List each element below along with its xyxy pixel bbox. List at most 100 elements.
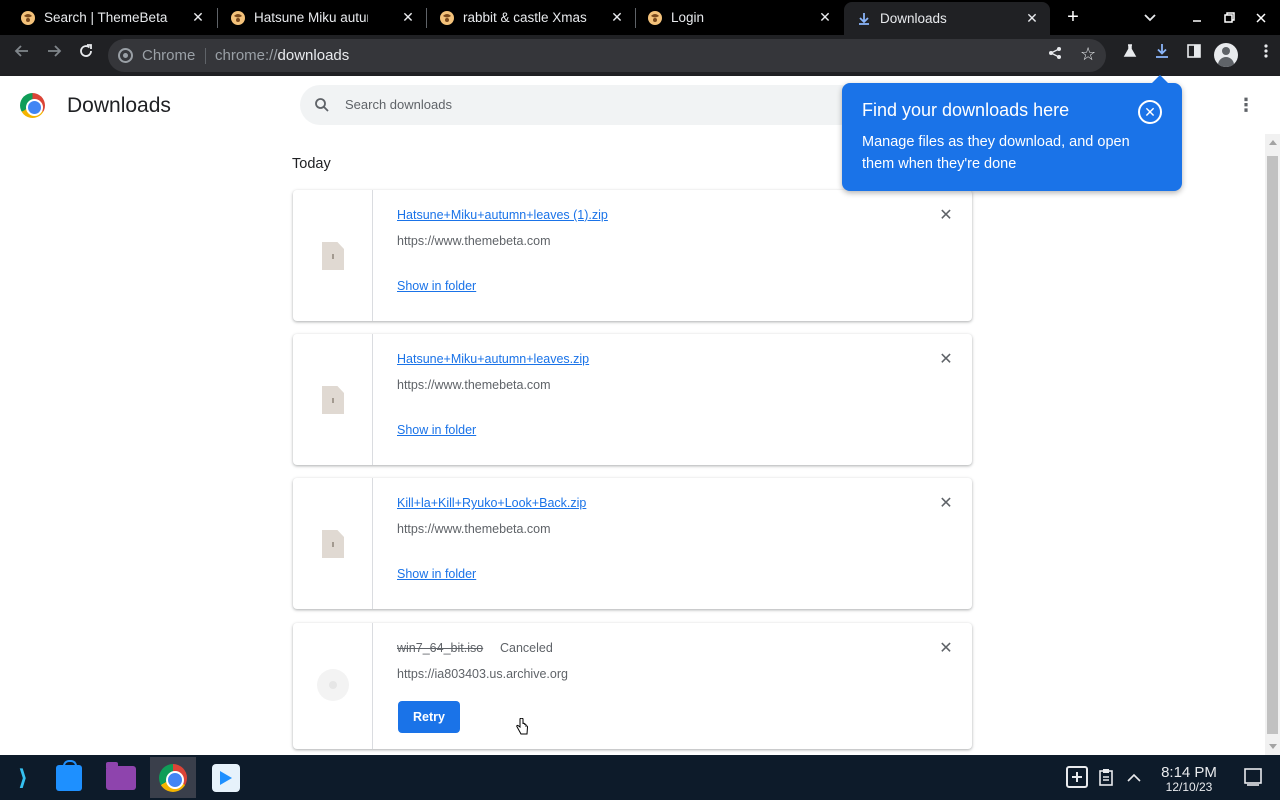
tab-close-icon[interactable]: ✕ — [817, 9, 833, 25]
share-icon[interactable] — [1048, 46, 1062, 64]
file-name-link[interactable]: Kill+la+Kill+Ryuko+Look+Back.zip — [397, 496, 586, 510]
show-in-folder-link[interactable]: Show in folder — [397, 567, 476, 581]
download-icon — [856, 11, 872, 27]
date-section-label: Today — [292, 156, 331, 172]
file-source-url: https://ia803403.us.archive.org — [397, 667, 568, 681]
tab-hatsune-miku[interactable]: Hatsune Miku autumn leaves ✕ — [210, 0, 426, 35]
folder-icon — [106, 761, 136, 790]
bubble-body: Manage files as they download, and open … — [862, 134, 1130, 172]
side-panel-icon[interactable] — [1182, 43, 1206, 67]
omnibox-divider — [205, 48, 206, 64]
os-taskbar: ⟩ — [0, 755, 1280, 800]
file-name-link[interactable]: Hatsune+Miku+autumn+leaves (1).zip — [397, 208, 608, 222]
hand-cursor-icon — [516, 718, 528, 735]
clock-time: 8:14 PM — [1161, 764, 1217, 781]
tab-title: Downloads — [880, 11, 947, 26]
taskbar-store-app[interactable] — [46, 757, 92, 798]
taskbar-chrome-app[interactable] — [150, 757, 196, 798]
tab-close-icon[interactable]: ✕ — [400, 9, 416, 25]
file-source-url: https://www.themebeta.com — [397, 378, 551, 392]
minimize-button[interactable] — [1185, 6, 1209, 30]
tab-title: Hatsune Miku autumn leaves — [254, 10, 368, 25]
bookmark-star-icon[interactable]: ☆ — [1080, 44, 1096, 65]
tab-strip: Search | ThemeBeta ✕ Hatsune Miku autumn… — [0, 0, 1280, 35]
chrome-logo-icon — [20, 93, 45, 118]
address-bar[interactable]: Chrome chrome://downloads ☆ — [108, 39, 1106, 72]
file-icon-column — [293, 478, 373, 609]
remove-item-close-icon[interactable]: ✕ — [938, 496, 954, 512]
show-in-folder-link[interactable]: Show in folder — [397, 423, 476, 437]
send-arrow-icon — [212, 763, 240, 792]
url-text[interactable]: chrome://downloads — [215, 47, 349, 64]
downloads-list: Today Hatsune+Miku+autumn+leaves (1).zip… — [0, 134, 1265, 755]
file-source-url: https://www.themebeta.com — [397, 522, 551, 536]
taskbar-send-app[interactable] — [203, 757, 249, 798]
themebeta-icon — [230, 10, 246, 26]
browser-toolbar: Chrome chrome://downloads ☆ — [0, 35, 1280, 76]
tab-close-icon[interactable]: ✕ — [1024, 10, 1040, 26]
page-scrollbar[interactable] — [1265, 134, 1280, 755]
scrollbar-thumb[interactable] — [1267, 156, 1278, 734]
kebab-menu-icon[interactable] — [1254, 43, 1278, 67]
tab-login[interactable]: Login ✕ — [627, 0, 843, 35]
tab-downloads[interactable]: Downloads ✕ — [844, 2, 1050, 35]
search-bar[interactable] — [300, 85, 860, 125]
app-launcher-button[interactable]: ⟩ — [0, 757, 46, 798]
file-icon — [322, 386, 344, 414]
bubble-title: Find your downloads here — [862, 100, 1070, 120]
show-in-folder-link[interactable]: Show in folder — [397, 279, 476, 293]
file-icon-column — [293, 334, 373, 465]
launcher-icon: ⟩ — [17, 764, 29, 790]
download-item: Kill+la+Kill+Ryuko+Look+Back.zip https:/… — [293, 478, 972, 609]
tab-title: Login — [671, 10, 705, 25]
file-name-canceled: win7_64_bit.iso — [397, 641, 484, 655]
restore-button[interactable] — [1217, 6, 1241, 30]
file-icon — [322, 242, 344, 270]
tab-close-icon[interactable]: ✕ — [190, 9, 206, 25]
tab-rabbit-castle[interactable]: rabbit & castle Xmas ✕ — [419, 0, 635, 35]
profile-avatar-icon[interactable] — [1214, 43, 1238, 67]
scroll-up-arrow-icon[interactable] — [1269, 140, 1277, 145]
file-name-link[interactable]: Hatsune+Miku+autumn+leaves.zip — [397, 352, 589, 366]
close-window-button[interactable] — [1249, 6, 1273, 30]
search-input[interactable] — [345, 97, 825, 112]
notifications-icon[interactable] — [1244, 768, 1262, 791]
clock-date: 12/10/23 — [1165, 780, 1213, 794]
more-actions-icon[interactable]: ⋮ — [1236, 95, 1256, 115]
tray-chevron-up-icon[interactable] — [1127, 770, 1141, 788]
retry-button[interactable]: Retry — [398, 701, 460, 733]
chrome-site-icon — [118, 48, 133, 63]
reload-icon[interactable] — [74, 43, 98, 67]
file-icon — [322, 530, 344, 558]
page-title: Downloads — [67, 94, 171, 117]
forward-arrow-icon[interactable] — [42, 43, 66, 67]
labs-flask-icon[interactable] — [1118, 43, 1142, 67]
url-host: downloads — [277, 47, 350, 64]
download-item: Hatsune+Miku+autumn+leaves (1).zip https… — [293, 190, 972, 321]
themebeta-icon — [647, 10, 663, 26]
file-source-url: https://www.themebeta.com — [397, 234, 551, 248]
clipboard-icon[interactable] — [1099, 768, 1113, 791]
tab-search-themebeta[interactable]: Search | ThemeBeta ✕ — [0, 0, 216, 35]
store-bag-icon — [56, 759, 82, 791]
download-item-canceled: win7_64_bit.iso Canceled https://ia80340… — [293, 623, 972, 749]
download-status: Canceled — [500, 641, 553, 655]
system-clock[interactable]: 8:14 PM 12/10/23 — [1152, 764, 1226, 794]
bubble-close-icon[interactable]: ✕ — [1138, 100, 1162, 124]
file-icon-column — [293, 623, 373, 749]
new-tab-button[interactable]: + — [1062, 7, 1084, 29]
url-scheme: chrome:// — [215, 47, 278, 64]
downloads-toolbar-icon[interactable] — [1150, 43, 1174, 67]
back-arrow-icon[interactable] — [10, 43, 34, 67]
network-status-icon[interactable] — [1065, 765, 1089, 794]
taskbar-files-app[interactable] — [98, 757, 144, 798]
remove-item-close-icon[interactable]: ✕ — [938, 352, 954, 368]
remove-item-close-icon[interactable]: ✕ — [938, 208, 954, 224]
tab-search-chevron-icon[interactable] — [1140, 8, 1160, 28]
remove-item-close-icon[interactable]: ✕ — [938, 641, 954, 657]
disc-image-icon — [317, 669, 349, 701]
chrome-icon — [159, 763, 187, 792]
tab-close-icon[interactable]: ✕ — [609, 9, 625, 25]
site-chip: Chrome — [142, 47, 196, 64]
scroll-down-arrow-icon[interactable] — [1269, 744, 1277, 749]
